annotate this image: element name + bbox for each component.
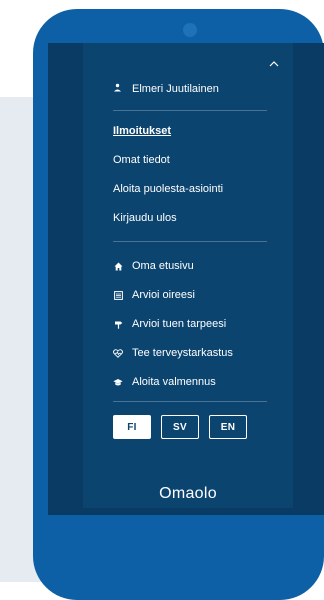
nav-item-label: Oma etusivu — [132, 260, 194, 272]
language-button-en[interactable]: EN — [209, 415, 247, 439]
my-info-link[interactable]: Omat tiedot — [113, 154, 170, 166]
divider — [113, 241, 267, 242]
notifications-link[interactable]: Ilmoitukset — [113, 125, 171, 137]
divider — [113, 110, 267, 111]
omaolo-logo: Omaolo — [159, 485, 217, 502]
language-selector: FI SV EN — [113, 415, 247, 439]
nav-item-label: Arvioi tuen tarpeesi — [132, 318, 227, 330]
language-button-fi[interactable]: FI — [113, 415, 151, 439]
nav-item-label: Tee terveystarkastus — [132, 347, 233, 359]
proxy-service-link[interactable]: Aloita puolesta-asiointi — [113, 183, 223, 195]
heart-pulse-icon — [113, 348, 123, 358]
list-icon — [113, 290, 123, 300]
user-profile: Elmeri Juutilainen — [113, 81, 219, 97]
nav-item-label: Arvioi oireesi — [132, 289, 195, 301]
divider — [113, 401, 267, 402]
nav-item-label: Aloita valmennus — [132, 376, 216, 388]
nav-item-home[interactable]: Oma etusivu — [113, 258, 194, 274]
nav-item-support-needs[interactable]: Arvioi tuen tarpeesi — [113, 316, 226, 332]
signpost-icon — [113, 319, 123, 329]
nav-item-symptoms[interactable]: Arvioi oireesi — [113, 287, 195, 303]
camera-icon — [183, 23, 197, 37]
home-icon — [113, 261, 123, 271]
user-name: Elmeri Juutilainen — [132, 83, 219, 95]
user-icon — [113, 83, 122, 95]
nav-item-coaching[interactable]: Aloita valmennus — [113, 374, 216, 390]
chevron-up-icon[interactable] — [267, 57, 281, 71]
language-button-sv[interactable]: SV — [161, 415, 199, 439]
side-menu: Elmeri Juutilainen Ilmoitukset Omat tied… — [83, 43, 293, 508]
nav-item-health-check[interactable]: Tee terveystarkastus — [113, 345, 233, 361]
graduation-cap-icon — [113, 377, 123, 387]
logout-link[interactable]: Kirjaudu ulos — [113, 212, 177, 224]
